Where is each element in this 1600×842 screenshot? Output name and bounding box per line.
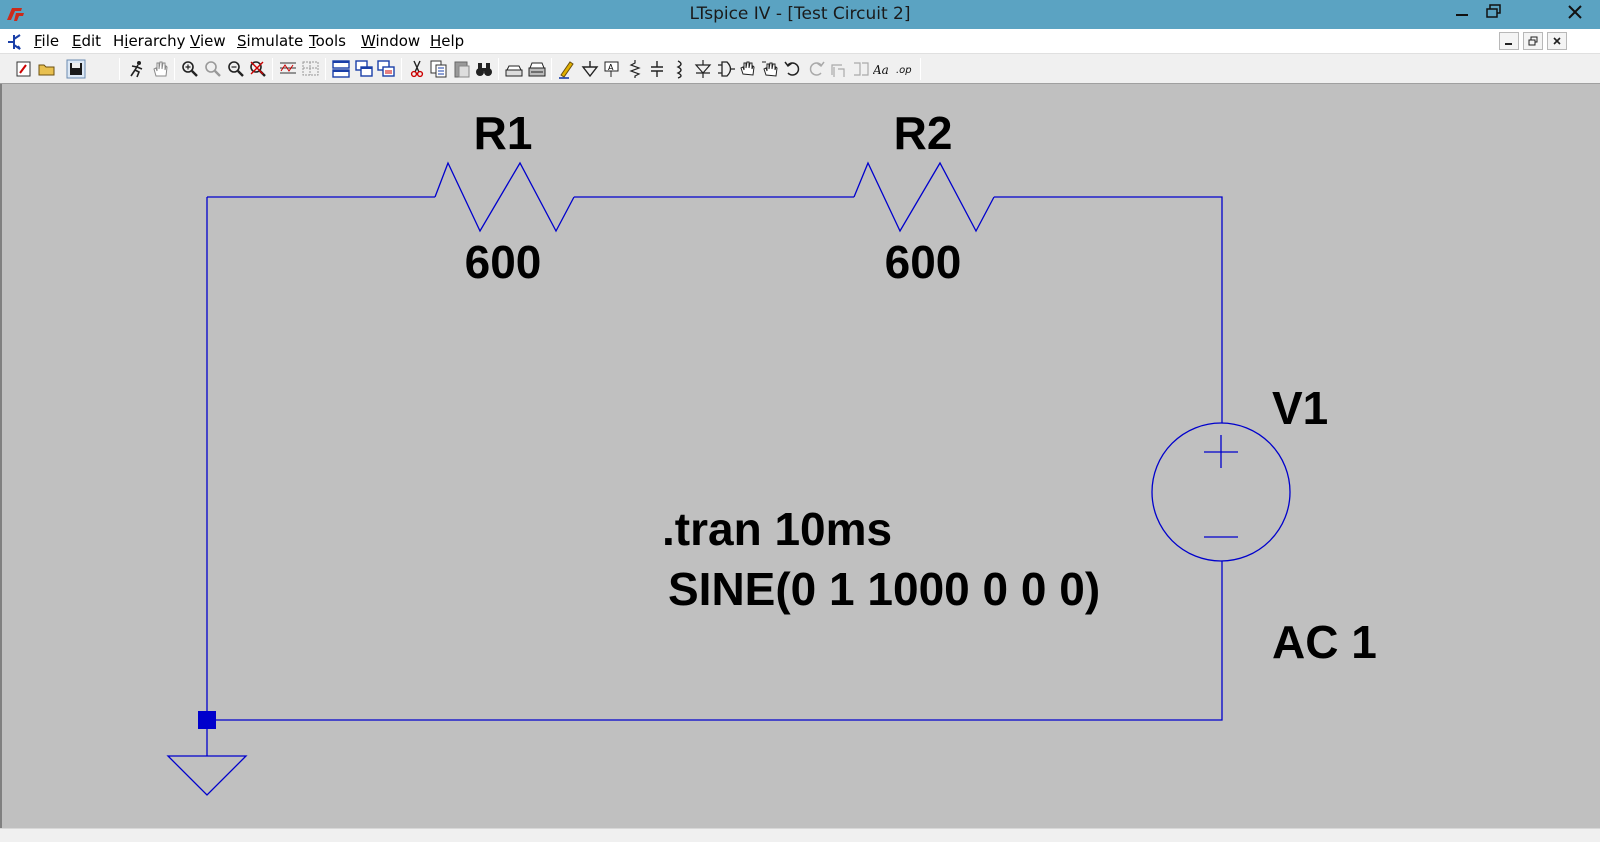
find-icon[interactable] <box>474 59 494 79</box>
close-icon <box>1553 37 1561 45</box>
mdi-minimize-button[interactable] <box>1499 32 1519 50</box>
menu-simulate[interactable]: Simulate <box>237 32 303 50</box>
label-net-icon[interactable]: A <box>602 59 622 79</box>
new-schematic-icon[interactable] <box>14 59 34 79</box>
v1-name-label[interactable]: V1 <box>1272 382 1328 434</box>
zoom-fit-icon[interactable] <box>248 59 268 79</box>
close-icon <box>1568 5 1582 19</box>
title-bar: LTspice IV - [Test Circuit 2] <box>0 0 1600 29</box>
ground-symbol[interactable] <box>166 755 248 796</box>
run-icon[interactable] <box>126 59 146 79</box>
r1-value-label[interactable]: 600 <box>465 236 542 288</box>
mdi-close-button[interactable] <box>1547 32 1567 50</box>
ground-junction-node[interactable] <box>198 711 216 729</box>
move-icon[interactable] <box>738 59 758 79</box>
rotate-icon[interactable] <box>828 59 848 79</box>
menu-bar: File Edit Hierarchy View Simulate Tools … <box>0 29 1600 54</box>
restore-icon <box>1528 36 1538 46</box>
zoom-area-icon[interactable] <box>203 59 223 79</box>
save-icon[interactable] <box>66 59 86 79</box>
r2-value-label[interactable]: 600 <box>885 236 962 288</box>
spice-icon-label: .op <box>896 65 912 76</box>
menu-tools[interactable]: Tools <box>309 32 346 50</box>
redo-icon[interactable] <box>806 59 826 79</box>
cascade-icon[interactable] <box>354 59 374 79</box>
copy-icon[interactable] <box>429 59 449 79</box>
r1-name-label[interactable]: R1 <box>474 107 533 159</box>
pan-icon[interactable] <box>150 59 170 79</box>
text-icon[interactable]: Aa <box>873 59 893 79</box>
status-bar <box>0 828 1600 842</box>
component-icon[interactable] <box>716 59 736 79</box>
zoom-out-icon[interactable] <box>226 59 246 79</box>
wire-top-right[interactable] <box>994 196 1223 423</box>
svg-text:A: A <box>608 63 614 72</box>
r2-name-label[interactable]: R2 <box>894 107 953 159</box>
undo-icon[interactable] <box>783 59 803 79</box>
draw-wire-icon[interactable] <box>557 59 577 79</box>
grid-icon[interactable] <box>301 59 321 79</box>
menu-help[interactable]: Help <box>430 32 464 50</box>
menu-file[interactable]: File <box>34 32 59 50</box>
text-icon-label: Aa <box>873 63 889 77</box>
restore-icon <box>1486 4 1501 18</box>
restore-button[interactable] <box>1478 0 1510 26</box>
diode-icon[interactable] <box>693 59 713 79</box>
menu-window[interactable]: Window <box>361 32 420 50</box>
cut-icon[interactable] <box>407 59 427 79</box>
ground-icon[interactable] <box>580 59 600 79</box>
schematic-doc-icon[interactable] <box>6 32 26 52</box>
zoom-in-icon[interactable] <box>180 59 200 79</box>
spice-directive-icon[interactable]: .op <box>896 59 916 79</box>
minimize-icon <box>1456 14 1468 16</box>
menu-hierarchy[interactable]: Hierarchy <box>113 32 186 50</box>
schematic-canvas[interactable]: R1 600 R2 600 V1 SINE(0 1 1000 0 0 0) AC… <box>0 84 1600 828</box>
print-preview-icon[interactable] <box>504 59 524 79</box>
resistor-r1-symbol[interactable] <box>434 161 575 233</box>
resistor-r2-symbol[interactable] <box>853 161 995 233</box>
capacitor-icon[interactable] <box>647 59 667 79</box>
tile-vertical-icon[interactable] <box>376 59 396 79</box>
mdi-restore-button[interactable] <box>1523 32 1543 50</box>
inductor-icon[interactable] <box>670 59 690 79</box>
autorange-icon[interactable] <box>278 59 298 79</box>
menu-view[interactable]: View <box>190 32 226 50</box>
spice-directive-tran[interactable]: .tran 10ms <box>662 503 892 555</box>
window-title: LTspice IV - [Test Circuit 2] <box>689 4 911 24</box>
toolbar: A Aa .op <box>0 54 1600 84</box>
minimize-button[interactable] <box>1446 0 1478 26</box>
minimize-icon <box>1505 43 1512 45</box>
v1-plus-sign <box>1204 435 1238 468</box>
close-button[interactable] <box>1550 0 1600 26</box>
v1-value-label[interactable]: SINE(0 1 1000 0 0 0) <box>668 563 1100 615</box>
schematic-drawing[interactable]: R1 600 R2 600 V1 SINE(0 1 1000 0 0 0) AC… <box>2 84 1600 828</box>
paste-icon[interactable] <box>452 59 472 79</box>
drag-icon[interactable] <box>761 59 781 79</box>
print-icon[interactable] <box>527 59 547 79</box>
menu-edit[interactable]: Edit <box>72 32 101 50</box>
mirror-icon[interactable] <box>851 59 871 79</box>
v1-ac-label[interactable]: AC 1 <box>1272 616 1377 668</box>
open-icon[interactable] <box>37 59 57 79</box>
resistor-icon[interactable] <box>625 59 645 79</box>
tile-horizontal-icon[interactable] <box>331 59 351 79</box>
